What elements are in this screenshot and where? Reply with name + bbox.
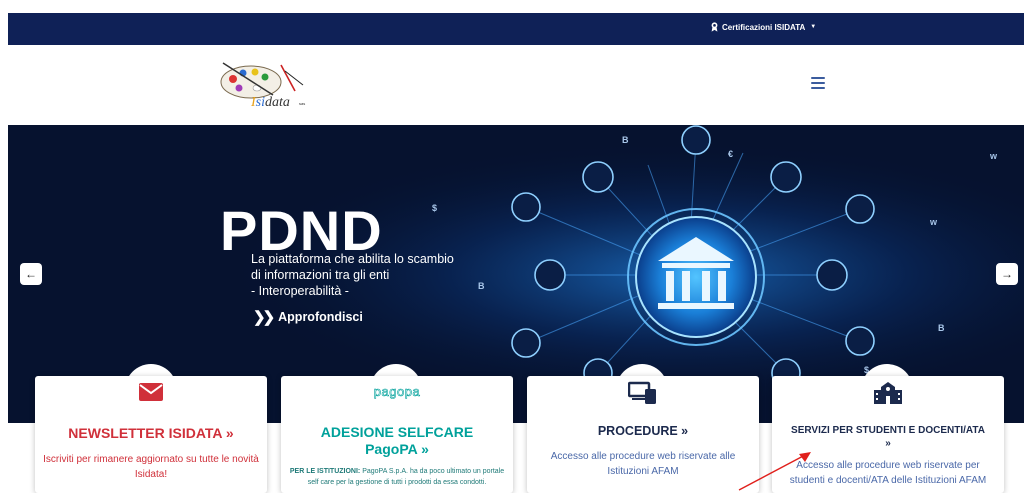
pagopa-text-strong: PER LE ISTITUZIONI:: [289, 468, 361, 475]
certificazioni-label: Certificazioni ISIDATA: [722, 22, 806, 32]
svg-text:sas: sas: [299, 101, 305, 106]
pagopa-title-line-2: PagoPA »: [365, 441, 429, 457]
procedure-title: PROCEDURE »: [597, 424, 689, 438]
caret-down-icon: ▼: [810, 24, 817, 30]
pagopa-title: ADESIONE SELFCARE PagoPA »: [281, 424, 513, 458]
servizi-title-line-1: SERVIZI PER STUDENTI E DOCENTI/ATA: [791, 425, 985, 436]
newsletter-text: Iscriviti per rimanere aggiornato su tut…: [43, 454, 259, 480]
procedure-card[interactable]: PROCEDURE » Accesso alle procedure web r…: [527, 376, 759, 493]
pagopa-title-line-1: ADESIONE SELFCARE: [320, 424, 474, 440]
hero-line-3: - Interoperabilità -: [251, 284, 349, 298]
hero-line-1: La piattaforma che abilita lo scambio: [251, 252, 454, 266]
svg-text:$: $: [432, 203, 437, 213]
newsletter-card[interactable]: NEWSLETTER ISIDATA » Iscriviti per riman…: [35, 376, 267, 493]
svg-text:w: w: [989, 151, 998, 161]
site-header: Isidata sas: [8, 45, 1024, 125]
svg-text:w: w: [929, 217, 938, 227]
svg-text:B: B: [938, 323, 945, 333]
top-bar: Certificazioni ISIDATA ▼: [8, 13, 1024, 45]
pagopa-text: PER LE ISTITUZIONI: PagoPA S.p.A. ha da …: [289, 466, 505, 488]
award-icon: [711, 22, 718, 32]
school-icon: [772, 381, 1004, 405]
carousel-prev-button[interactable]: ←: [20, 263, 42, 285]
arrow-left-icon: ←: [25, 267, 37, 281]
svg-text:€: €: [728, 149, 733, 159]
envelope-icon: [35, 383, 267, 401]
double-chevron-right-icon: ❯❯: [253, 309, 275, 326]
approfondisci-label: Approfondisci: [278, 310, 363, 324]
certificazioni-menu[interactable]: Certificazioni ISIDATA ▼: [710, 22, 816, 32]
annotation-arrow-icon: [738, 452, 811, 491]
procedure-text: Accesso alle procedure web riservate all…: [550, 451, 736, 477]
hero-description: La piattaforma che abilita lo scambio di…: [251, 251, 454, 299]
approfondisci-link[interactable]: ❯❯ Approfondisci: [253, 308, 363, 326]
pagopa-logo: pagopa: [373, 384, 421, 400]
svg-text:B: B: [478, 281, 485, 291]
pagopa-card[interactable]: pagopa ADESIONE SELFCARE PagoPA » PER LE…: [281, 376, 513, 493]
hero-line-2: di informazioni tra gli enti: [251, 268, 390, 282]
svg-text:B: B: [622, 135, 629, 145]
menu-hamburger-icon[interactable]: [811, 77, 825, 89]
carousel-next-button[interactable]: →: [996, 263, 1018, 285]
devices-icon: [527, 381, 759, 405]
isidata-logo[interactable]: Isidata sas: [213, 55, 313, 115]
arrow-right-icon: →: [1001, 267, 1013, 281]
servizi-title: SERVIZI PER STUDENTI E DOCENTI/ATA »: [772, 424, 1004, 450]
newsletter-title: NEWSLETTER ISIDATA »: [68, 425, 234, 441]
svg-text:Isidata: Isidata: [250, 95, 290, 110]
